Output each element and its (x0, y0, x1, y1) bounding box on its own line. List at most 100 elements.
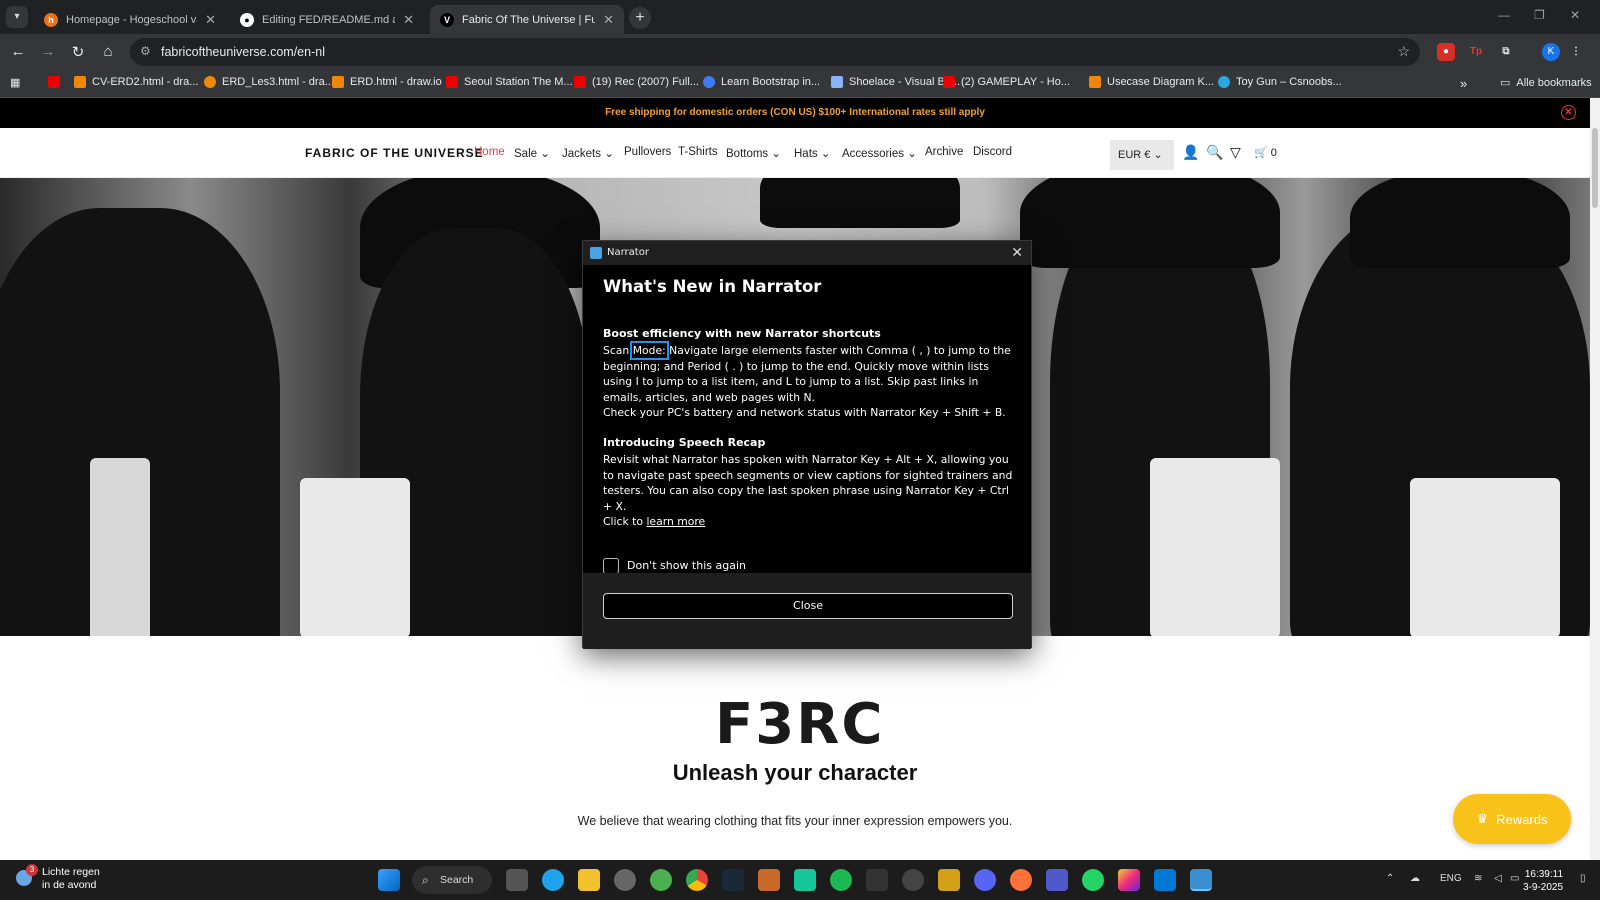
filter-icon[interactable]: ▽ (1230, 144, 1241, 161)
steam-icon[interactable] (722, 869, 744, 891)
onedrive-icon[interactable]: ☁ (1410, 873, 1420, 884)
minimize-icon[interactable]: — (1498, 8, 1510, 22)
vscode-icon[interactable] (1154, 869, 1176, 891)
taskbar-search[interactable]: ⌕ Search (412, 866, 492, 894)
taskbar: 3 Lichte regen in de avond ⌕ Search ⌃ ☁ EN… (0, 860, 1600, 900)
app-icon[interactable] (866, 869, 888, 891)
restore-icon[interactable]: ❐ (1534, 8, 1545, 22)
learn-more-link[interactable]: learn more (646, 515, 705, 528)
site-info-icon[interactable]: ⚙ (140, 44, 151, 58)
firefox-icon[interactable] (1010, 869, 1032, 891)
site-logo[interactable]: FABRIC OF THE UNIVERSE (305, 146, 484, 160)
tab-hva[interactable]: h Homepage - Hogeschool van A ✕ (34, 5, 226, 34)
new-tab-button[interactable]: + (629, 7, 651, 29)
app-icon[interactable] (902, 869, 924, 891)
nav-pullovers[interactable]: Pullovers (624, 146, 671, 158)
app-icon[interactable] (614, 869, 636, 891)
currency-selector[interactable]: EUR € ⌄ (1110, 140, 1174, 170)
bookmark-item[interactable]: ERD.html - draw.io (332, 76, 442, 88)
bookmark-item[interactable]: (2) GAMEPLAY - Ho... (943, 76, 1070, 88)
close-promo-icon[interactable]: ✕ (1561, 105, 1576, 120)
nav-accessories[interactable]: Accessories ⌄ (842, 146, 917, 160)
tab-fabric[interactable]: V Fabric Of The Universe | Future ✕ (430, 5, 624, 34)
bookmark-item[interactable] (48, 76, 60, 88)
bookmark-star-icon[interactable]: ☆ (1397, 43, 1410, 60)
nav-discord[interactable]: Discord (973, 146, 1012, 158)
bookmark-item[interactable]: ERD_Les3.html - dra... (204, 76, 334, 88)
all-bookmarks[interactable]: ▭ Alle bookmarks (1500, 76, 1592, 90)
nav-tshirts[interactable]: T-Shirts (678, 146, 718, 158)
profile-avatar[interactable]: K (1542, 43, 1560, 61)
drawio-icon (74, 76, 86, 88)
clock[interactable]: 16:39:11 3-9-2025 (1523, 868, 1563, 894)
tagline: Unleash your character (672, 760, 918, 785)
close-tab-icon[interactable]: ✕ (205, 12, 216, 28)
whatsapp-icon[interactable] (1082, 869, 1104, 891)
tray-overflow-icon[interactable]: ⌃ (1386, 873, 1394, 884)
chrome-menu-icon[interactable]: ⋮ (1567, 43, 1585, 61)
edge-icon[interactable] (542, 869, 564, 891)
more-bookmarks-icon[interactable]: » (1460, 76, 1467, 91)
cart-button[interactable]: 🛒 0 (1254, 146, 1277, 159)
xbox-icon[interactable] (650, 869, 672, 891)
dont-show-label[interactable]: Don't show this again (627, 559, 746, 572)
url-text[interactable]: fabricoftheuniverse.com/en-nl (161, 45, 325, 59)
discord-icon[interactable] (974, 869, 996, 891)
bookmark-item[interactable]: Shoelace - Visual Bo... (831, 76, 960, 88)
apps-icon[interactable]: ▦ (10, 76, 20, 89)
app-icon[interactable] (794, 869, 816, 891)
fotu-icon: V (440, 12, 454, 27)
spotify-icon[interactable] (830, 869, 852, 891)
bookmark-item[interactable]: Learn Bootstrap in... (703, 76, 820, 88)
wifi-icon[interactable]: ≋ (1474, 873, 1482, 884)
shoelace-icon (831, 76, 843, 88)
narrator-taskbar-icon[interactable] (1190, 869, 1212, 891)
bookmark-item[interactable]: Usecase Diagram K... (1089, 76, 1214, 88)
close-tab-icon[interactable]: ✕ (403, 12, 414, 28)
task-view-icon[interactable] (506, 869, 528, 891)
close-tab-icon[interactable]: ✕ (603, 12, 614, 28)
battery-icon[interactable]: ▭ (1510, 873, 1519, 884)
extensions-puzzle-icon[interactable]: ⧉ (1497, 43, 1515, 61)
rewards-button[interactable]: ♛ Rewards (1453, 794, 1571, 844)
bookmark-item[interactable]: Seoul Station The M... (446, 76, 573, 88)
nav-home[interactable]: Home (474, 146, 505, 158)
bookmark-item[interactable]: CV-ERD2.html - dra... (74, 76, 198, 88)
address-bar[interactable]: ⚙ fabricoftheuniverse.com/en-nl ☆ (130, 38, 1420, 66)
tp-extension-icon[interactable]: Tp (1467, 43, 1485, 61)
app-icon[interactable] (758, 869, 780, 891)
home-icon[interactable]: ⌂ (99, 43, 117, 60)
volume-icon[interactable]: ◁ (1494, 873, 1502, 884)
back-icon[interactable]: ← (9, 43, 27, 60)
extension-icon[interactable]: ● (1437, 43, 1455, 61)
account-icon[interactable]: 👤 (1182, 144, 1199, 161)
nav-hats[interactable]: Hats ⌄ (794, 146, 831, 160)
close-icon[interactable]: ✕ (1011, 241, 1023, 265)
forward-icon[interactable]: → (39, 43, 57, 60)
file-explorer-icon[interactable] (578, 869, 600, 891)
reload-icon[interactable]: ↻ (69, 43, 87, 61)
bookmark-item[interactable]: (19) Rec (2007) Full... (574, 76, 699, 88)
search-icon[interactable]: 🔍 (1206, 144, 1223, 161)
nav-sale[interactable]: Sale ⌄ (514, 146, 550, 160)
brand-mark: F3RC (715, 692, 885, 757)
bookmark-item[interactable]: Toy Gun – Csnoobs... (1218, 76, 1342, 88)
tab-search-button[interactable]: ▾ (6, 6, 28, 28)
language-indicator[interactable]: ENG (1440, 873, 1462, 884)
close-window-icon[interactable]: ✕ (1570, 8, 1580, 22)
scrollbar-thumb[interactable] (1592, 128, 1598, 208)
notification-icon[interactable]: ▯ (1580, 873, 1586, 884)
instagram-icon[interactable] (1118, 869, 1140, 891)
nav-bottoms[interactable]: Bottoms ⌄ (726, 146, 781, 160)
nav-archive[interactable]: Archive (925, 146, 963, 158)
page-scrollbar[interactable] (1590, 98, 1600, 860)
teams-icon[interactable] (1046, 869, 1068, 891)
start-icon[interactable] (378, 869, 400, 891)
nav-jackets[interactable]: Jackets ⌄ (562, 146, 614, 160)
app-icon[interactable] (938, 869, 960, 891)
dont-show-checkbox[interactable] (603, 558, 619, 574)
section-body: Scan Mode: Navigate large elements faste… (603, 341, 1011, 420)
chrome-icon[interactable] (686, 869, 708, 891)
close-button[interactable]: Close (603, 593, 1013, 619)
tab-github[interactable]: ● Editing FED/README.md at ma ✕ (230, 5, 424, 34)
